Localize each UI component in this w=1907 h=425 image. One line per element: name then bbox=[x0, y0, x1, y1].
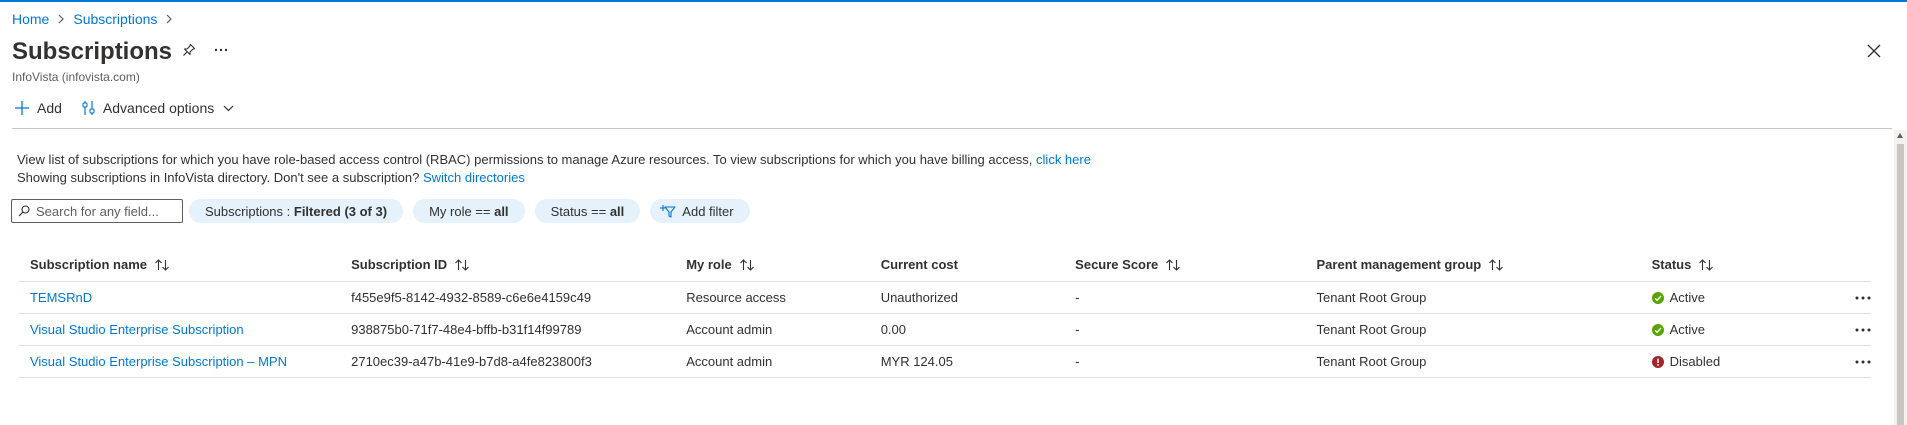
scroll-up-arrow-icon[interactable] bbox=[1897, 133, 1903, 138]
sort-icon[interactable] bbox=[739, 258, 754, 271]
scrollbar-thumb[interactable] bbox=[1897, 144, 1904, 425]
add-filter-button[interactable]: Add filter bbox=[650, 199, 750, 223]
column-header-label: Subscription ID bbox=[351, 257, 448, 272]
toolbar-divider bbox=[12, 128, 1892, 129]
subscription-name-link[interactable]: Visual Studio Enterprise Subscription – … bbox=[30, 354, 287, 369]
search-icon bbox=[18, 205, 30, 217]
chevron-down-icon bbox=[223, 105, 234, 112]
add-filter-icon bbox=[660, 204, 676, 218]
chevron-right-icon bbox=[57, 14, 65, 24]
secure-score: - bbox=[1075, 322, 1080, 337]
column-header-secure-score[interactable]: Secure Score bbox=[1069, 257, 1310, 272]
info-line-2: Showing subscriptions in InfoVista direc… bbox=[17, 169, 1091, 187]
column-header-label: Subscription name bbox=[29, 257, 148, 272]
column-header-label: Current cost bbox=[880, 257, 958, 272]
subscriptions-table: Subscription name Subscription ID My rol… bbox=[19, 248, 1871, 378]
column-header-label: Status bbox=[1651, 257, 1692, 272]
subscription-name-link[interactable]: TEMSRnD bbox=[30, 290, 92, 305]
subscriptions-filter-key: Subscriptions : bbox=[205, 203, 294, 219]
current-cost: 0.00 bbox=[880, 322, 906, 337]
sort-icon[interactable] bbox=[1166, 258, 1181, 271]
my-role-filter-value: all bbox=[494, 203, 509, 219]
parent-management-group: Tenant Root Group bbox=[1316, 354, 1427, 369]
chevron-right-icon bbox=[165, 14, 173, 24]
sort-icon[interactable] bbox=[155, 258, 169, 271]
subscription-id: 2710ec39-a47b-41e9-b7d8-a4fe823800f3 bbox=[351, 354, 592, 369]
error-icon bbox=[1651, 355, 1664, 368]
ellipsis-icon[interactable] bbox=[1855, 328, 1871, 332]
column-header-parent-management-group[interactable]: Parent management group bbox=[1311, 257, 1646, 272]
column-header-status[interactable]: Status bbox=[1646, 257, 1841, 272]
command-bar: Add Advanced options bbox=[14, 100, 254, 116]
subscription-id: f455e9f5-8142-4932-8589-c6e6e4159c49 bbox=[351, 290, 592, 305]
success-check-icon bbox=[1651, 291, 1664, 304]
switch-directories-link[interactable]: Switch directories bbox=[423, 170, 525, 185]
billing-access-link[interactable]: click here bbox=[1036, 152, 1091, 167]
parent-management-group: Tenant Root Group bbox=[1316, 290, 1427, 305]
column-header-my-role[interactable]: My role bbox=[680, 257, 874, 272]
table-header-row: Subscription name Subscription ID My rol… bbox=[19, 248, 1871, 282]
ellipsis-icon[interactable] bbox=[1855, 360, 1871, 364]
info-line-1: View list of subscriptions for which you… bbox=[17, 151, 1091, 169]
status-filter-key: Status == bbox=[550, 203, 610, 219]
status-text: Active bbox=[1669, 322, 1706, 337]
secure-score: - bbox=[1075, 354, 1080, 369]
title-actions bbox=[182, 43, 228, 57]
column-header-label: Secure Score bbox=[1075, 257, 1159, 272]
status-filter-pill[interactable]: Status == all bbox=[534, 199, 641, 223]
ellipsis-icon[interactable] bbox=[1855, 296, 1871, 300]
breadcrumb-home-link[interactable]: Home bbox=[12, 11, 49, 27]
current-cost: Unauthorized bbox=[880, 290, 959, 305]
advanced-options-label: Advanced options bbox=[102, 100, 215, 116]
sort-icon[interactable] bbox=[1489, 258, 1504, 271]
status-filter-value: all bbox=[609, 203, 625, 219]
my-role-filter-pill[interactable]: My role == all bbox=[413, 199, 525, 223]
top-accent-line bbox=[0, 0, 1907, 2]
add-filter-label: Add filter bbox=[682, 203, 734, 219]
search-input[interactable] bbox=[36, 203, 176, 219]
sort-icon[interactable] bbox=[455, 258, 470, 271]
filter-bar: Subscriptions : Filtered (3 of 3) My rol… bbox=[11, 199, 760, 223]
info-text: View list of subscriptions for which you… bbox=[17, 151, 1091, 187]
advanced-options-icon bbox=[82, 100, 96, 116]
parent-management-group: Tenant Root Group bbox=[1316, 322, 1427, 337]
add-button[interactable]: Add bbox=[14, 100, 62, 116]
info-line-1-text: View list of subscriptions for which you… bbox=[17, 152, 1033, 167]
subscription-id: 938875b0-71f7-48e4-bffb-b31f14f99789 bbox=[351, 322, 582, 337]
close-icon[interactable] bbox=[1867, 44, 1881, 61]
current-cost: MYR 124.05 bbox=[880, 354, 953, 369]
subscription-name-link[interactable]: Visual Studio Enterprise Subscription bbox=[30, 322, 244, 337]
table-row[interactable]: TEMSRnD f455e9f5-8142-4932-8589-c6e6e415… bbox=[19, 282, 1871, 314]
subscriptions-filter-pill[interactable]: Subscriptions : Filtered (3 of 3) bbox=[189, 199, 404, 223]
my-role: Account admin bbox=[686, 322, 773, 337]
page-title: Subscriptions bbox=[12, 38, 173, 65]
info-line-2-text: Showing subscriptions in InfoVista direc… bbox=[17, 170, 420, 185]
success-check-icon bbox=[1651, 323, 1664, 336]
my-role-filter-key: My role == bbox=[429, 203, 495, 219]
add-button-label: Add bbox=[37, 100, 62, 116]
table-row[interactable]: Visual Studio Enterprise Subscription 93… bbox=[19, 314, 1871, 346]
advanced-options-button[interactable]: Advanced options bbox=[82, 100, 234, 116]
column-header-subscription-id[interactable]: Subscription ID bbox=[345, 257, 680, 272]
column-header-label: Parent management group bbox=[1316, 257, 1482, 272]
column-header-subscription-name[interactable]: Subscription name bbox=[24, 257, 345, 272]
breadcrumb: Home Subscriptions bbox=[12, 11, 181, 27]
status-text: Active bbox=[1669, 290, 1706, 305]
column-header-current-cost: Current cost bbox=[875, 257, 1069, 272]
secure-score: - bbox=[1075, 290, 1080, 305]
pin-icon[interactable] bbox=[182, 43, 196, 57]
subscriptions-filter-value: Filtered (3 of 3) bbox=[293, 203, 388, 219]
table-row[interactable]: Visual Studio Enterprise Subscription – … bbox=[19, 346, 1871, 378]
breadcrumb-subscriptions-link[interactable]: Subscriptions bbox=[73, 11, 157, 27]
plus-icon bbox=[14, 100, 30, 116]
vertical-scrollbar[interactable] bbox=[1894, 130, 1907, 425]
sort-icon[interactable] bbox=[1699, 258, 1714, 271]
ellipsis-icon[interactable] bbox=[214, 48, 228, 52]
my-role: Resource access bbox=[686, 290, 786, 305]
my-role: Account admin bbox=[686, 354, 773, 369]
status-text: Disabled bbox=[1669, 354, 1721, 369]
search-box[interactable] bbox=[11, 199, 183, 223]
page-subtitle: InfoVista (infovista.com) bbox=[12, 70, 140, 84]
column-header-label: My role bbox=[686, 257, 732, 272]
